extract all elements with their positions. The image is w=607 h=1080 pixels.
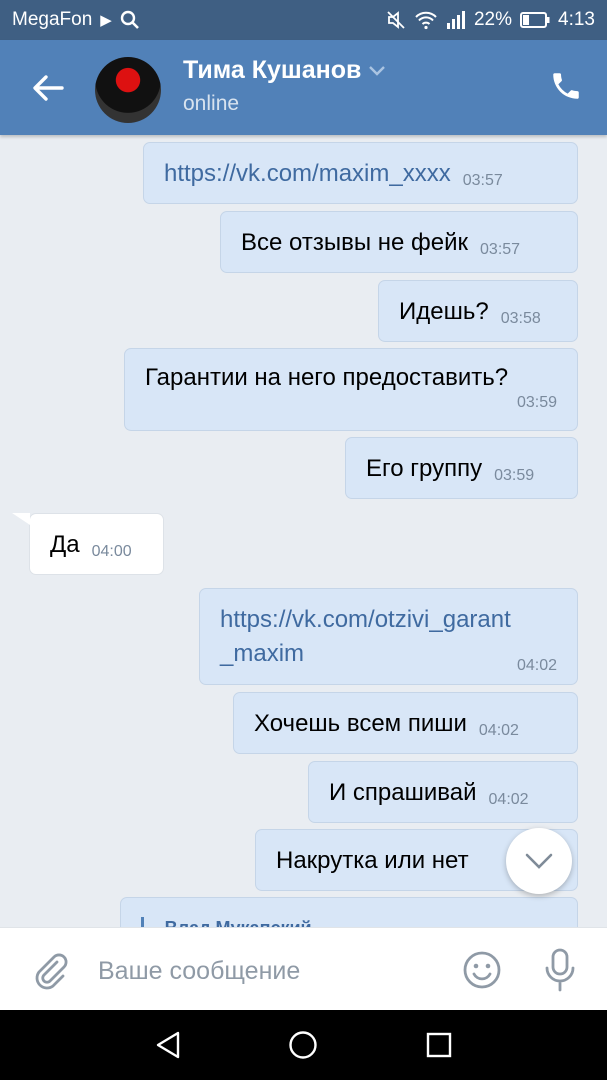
message-list[interactable]: https://vk.com/maxim_xxxx 03:57 Все отзыв… xyxy=(0,135,607,927)
wifi-icon xyxy=(415,11,437,30)
message-bubble[interactable]: Идешь? 03:58 xyxy=(378,280,578,342)
triangle-back-icon xyxy=(156,1031,180,1059)
message-text: Все отзывы не фейк xyxy=(241,229,469,256)
search-icon xyxy=(120,10,139,29)
system-navigation-bar xyxy=(0,1010,607,1080)
carrier-name: MegaFon xyxy=(12,9,93,30)
message-text: И спрашивай xyxy=(329,779,477,806)
signal-icon xyxy=(446,11,465,29)
phone-icon[interactable] xyxy=(549,69,583,103)
message-time: 03:57 xyxy=(480,241,521,258)
contact-status: online xyxy=(183,92,240,115)
chevron-down-icon xyxy=(525,853,553,869)
contact-name-row[interactable]: Тима Кушанов xyxy=(183,56,386,85)
message-time: 04:00 xyxy=(91,543,132,560)
battery-icon xyxy=(520,12,550,28)
battery-percent: 22% xyxy=(473,9,513,30)
forward-bar xyxy=(141,916,144,927)
message-time: 04:02 xyxy=(478,722,519,739)
status-bar: MegaFon ▶ 22% 4:13 xyxy=(0,0,607,40)
chevron-down-icon xyxy=(369,65,386,76)
message-text: Гарантии на него предоставить? xyxy=(145,364,509,391)
message-text-line2[interactable]: _maxim xyxy=(220,640,304,667)
message-time: 03:58 xyxy=(500,310,541,327)
message-text: Хочешь всем пиши xyxy=(254,710,467,737)
avatar[interactable] xyxy=(95,57,161,123)
nav-home-button[interactable] xyxy=(283,1025,323,1065)
message-bubble[interactable]: https://vk.com/otzivi_garant _maxim 04:0… xyxy=(199,588,578,685)
arrow-left-icon[interactable] xyxy=(30,70,66,106)
message-composer xyxy=(0,927,607,1011)
message-bubble-incoming[interactable]: Да 04:00 xyxy=(29,513,164,575)
message-text: Да xyxy=(50,531,80,558)
message-bubble[interactable]: Его группу 03:59 xyxy=(345,437,578,499)
message-bubble[interactable]: Все отзывы не фейк 03:57 xyxy=(220,211,578,273)
message-bubble[interactable]: И спрашивай 04:02 xyxy=(308,761,578,823)
message-time: 03:57 xyxy=(462,172,503,189)
smiley-icon[interactable] xyxy=(462,950,502,990)
clock: 4:13 xyxy=(558,9,595,30)
mute-icon xyxy=(387,11,405,29)
chat-header: Тима Кушанов online xyxy=(0,40,607,135)
message-text: Накрутка или нет xyxy=(276,847,469,874)
message-text: Идешь? xyxy=(399,298,489,325)
contact-name: Тима Кушанов xyxy=(183,56,362,84)
nav-recents-button[interactable] xyxy=(419,1025,459,1065)
message-bubble[interactable]: Гарантии на него предоставить? 03:59 xyxy=(124,348,578,431)
message-bubble[interactable]: Хочешь всем пиши 04:02 xyxy=(233,692,578,754)
forwarded-author[interactable]: Влад Мукапский xyxy=(165,918,312,927)
nav-back-button[interactable] xyxy=(148,1025,188,1065)
scroll-down-button[interactable] xyxy=(506,828,572,894)
message-time: 03:59 xyxy=(494,467,535,484)
paperclip-icon[interactable] xyxy=(30,950,70,990)
circle-home-icon xyxy=(289,1031,318,1059)
square-recents-icon xyxy=(426,1032,452,1058)
message-bubble[interactable]: https://vk.com/maxim_xxxx 03:57 xyxy=(143,142,578,204)
microphone-icon[interactable] xyxy=(542,948,578,992)
message-text[interactable]: https://vk.com/maxim_xxxx xyxy=(164,160,451,187)
bubble-tail xyxy=(12,513,30,525)
message-time: 03:59 xyxy=(516,394,557,411)
play-icon: ▶ xyxy=(100,12,112,29)
message-input[interactable] xyxy=(96,950,440,992)
message-text: Его группу xyxy=(366,455,483,482)
message-bubble-forwarded[interactable]: Влад Мукапский xyxy=(120,897,578,927)
message-time: 04:02 xyxy=(488,791,529,808)
message-time: 04:02 xyxy=(516,657,557,674)
message-text-line1[interactable]: https://vk.com/otzivi_garant xyxy=(220,603,557,637)
